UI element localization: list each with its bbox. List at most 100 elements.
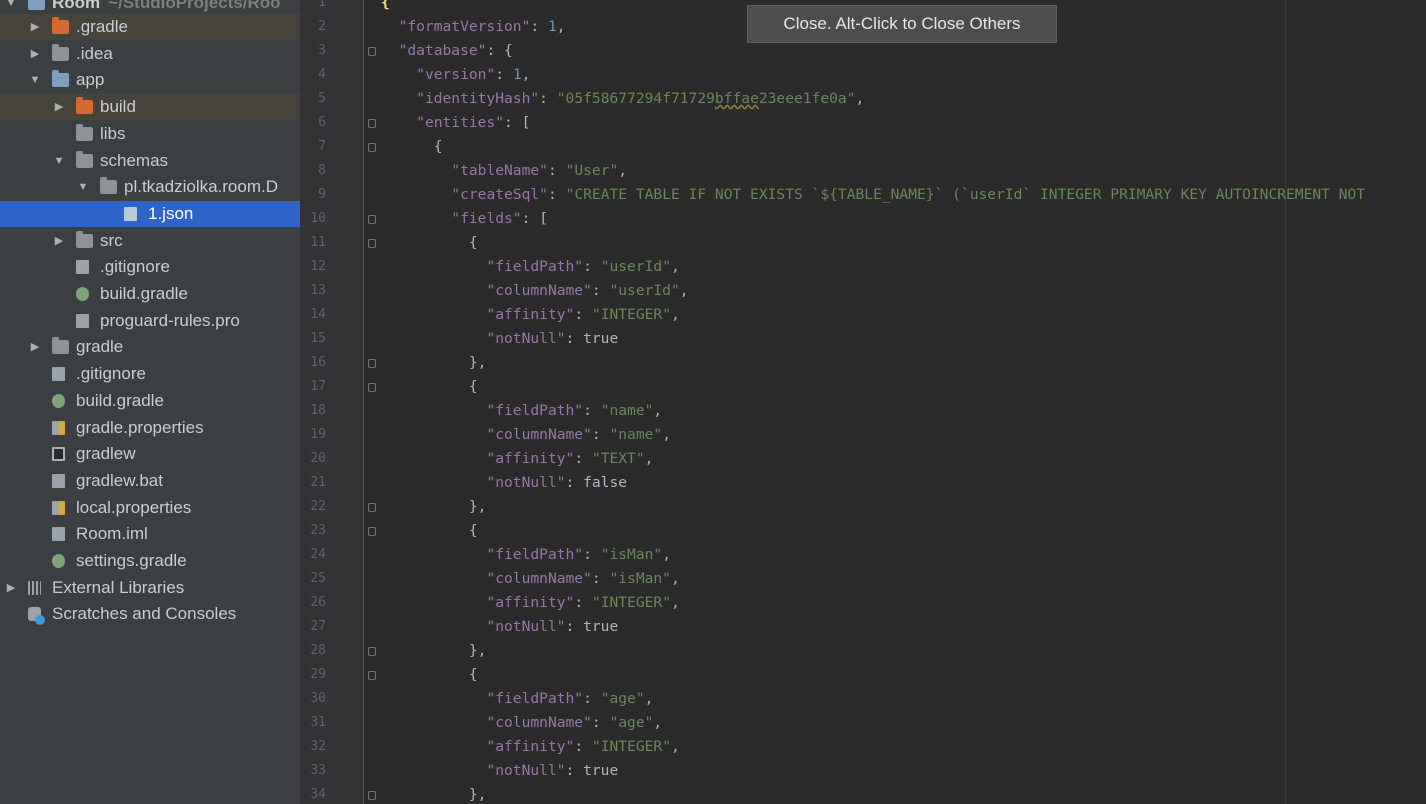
tree-item[interactable]: settings.gradle bbox=[0, 548, 300, 574]
tree-item-label: 1.json bbox=[148, 203, 194, 223]
tree-item-label: schemas bbox=[100, 150, 169, 170]
folder-icon bbox=[76, 230, 93, 248]
chevron-right-icon[interactable]: ▶ bbox=[28, 41, 42, 67]
tree-item[interactable]: ▶ build bbox=[0, 94, 300, 121]
line-number: 19 bbox=[310, 427, 326, 442]
folder-orange-icon bbox=[52, 17, 69, 34]
code-editor[interactable]: 1 2 3 4 5 6 7 8 9 10 11 12 13 14 15 16 17 18 19 20 21 22 23 24 2… bbox=[300, 0, 1426, 804]
tree-item[interactable]: ▶ src bbox=[0, 228, 300, 254]
tree-item-label: libs bbox=[100, 123, 126, 143]
code-line: }, bbox=[468, 354, 487, 371]
tree-item[interactable]: local.properties bbox=[0, 495, 300, 521]
tree-item[interactable]: libs bbox=[0, 121, 300, 147]
tree-item-label: pl.tkadziolka.room.D bbox=[124, 177, 279, 197]
code-line: "fieldPath": "age", bbox=[486, 690, 654, 707]
module-file-icon bbox=[52, 527, 65, 542]
chevron-down-icon[interactable]: ▼ bbox=[76, 174, 90, 200]
tree-item-label: .gradle bbox=[76, 17, 128, 36]
code-line: { bbox=[468, 522, 478, 539]
tree-item[interactable]: proguard-rules.pro bbox=[0, 308, 300, 334]
fold-marker-icon[interactable] bbox=[368, 671, 376, 680]
fold-marker-icon[interactable] bbox=[368, 239, 376, 248]
folder-icon bbox=[52, 337, 69, 355]
code-line: "identityHash": "05f58677294f71729bffae2… bbox=[416, 90, 865, 107]
code-line: "fieldPath": "userId", bbox=[486, 258, 680, 275]
tree-item[interactable]: ▶ External Libraries bbox=[0, 575, 300, 601]
fold-marker-icon[interactable] bbox=[368, 143, 376, 152]
tree-item-label: app bbox=[76, 70, 105, 90]
line-number: 32 bbox=[310, 739, 326, 754]
line-number: 6 bbox=[318, 115, 326, 130]
tree-item[interactable]: ▶ gradle bbox=[0, 334, 300, 360]
folder-orange-icon bbox=[76, 97, 93, 115]
chevron-right-icon[interactable]: ▶ bbox=[52, 94, 66, 120]
line-number: 8 bbox=[318, 163, 326, 178]
tree-item[interactable]: ▼ schemas bbox=[0, 148, 300, 174]
libraries-icon bbox=[28, 580, 41, 595]
code-line: "notNull": true bbox=[486, 618, 619, 635]
line-number: 7 bbox=[318, 139, 326, 154]
tree-item[interactable]: Room.iml bbox=[0, 521, 300, 547]
line-number: 17 bbox=[310, 379, 326, 394]
tree-item[interactable]: gradlew bbox=[0, 441, 300, 467]
code-line: "fieldPath": "isMan", bbox=[486, 546, 671, 563]
chevron-right-icon[interactable]: ▶ bbox=[28, 334, 42, 360]
tree-item-label: .gitignore bbox=[100, 257, 170, 277]
code-line: "affinity": "INTEGER", bbox=[486, 738, 680, 755]
code-line: { bbox=[468, 378, 478, 395]
code-line: "database": { bbox=[398, 42, 513, 59]
fold-marker-icon[interactable] bbox=[368, 647, 376, 656]
tree-item[interactable]: ▼ pl.tkadziolka.room.D bbox=[0, 174, 300, 200]
line-number: 3 bbox=[318, 43, 326, 58]
fold-marker-icon[interactable] bbox=[368, 383, 376, 392]
code-line: "affinity": "TEXT", bbox=[486, 450, 654, 467]
fold-marker-icon[interactable] bbox=[368, 359, 376, 368]
line-number: 15 bbox=[310, 331, 326, 346]
fold-marker-icon[interactable] bbox=[368, 503, 376, 512]
code-line: "affinity": "INTEGER", bbox=[486, 306, 680, 323]
chevron-down-icon[interactable]: ▼ bbox=[28, 67, 42, 93]
tree-item[interactable]: build.gradle bbox=[0, 281, 300, 307]
code-line: "createSql": "CREATE TABLE IF NOT EXISTS… bbox=[451, 186, 1366, 203]
tree-item-label: build.gradle bbox=[76, 390, 164, 410]
tree-item[interactable]: gradlew.bat bbox=[0, 468, 300, 494]
line-number: 2 bbox=[318, 19, 326, 34]
tree-item[interactable]: .gitignore bbox=[0, 254, 300, 280]
tree-item[interactable]: build.gradle bbox=[0, 388, 300, 414]
fold-marker-icon[interactable] bbox=[368, 791, 376, 800]
chevron-down-icon[interactable]: ▼ bbox=[52, 148, 66, 174]
line-number: 34 bbox=[310, 787, 326, 802]
folder-icon bbox=[76, 123, 93, 141]
chevron-right-icon[interactable]: ▶ bbox=[4, 575, 18, 601]
line-number: 29 bbox=[310, 667, 326, 682]
code-line: { bbox=[468, 666, 478, 683]
tree-item[interactable]: .gitignore bbox=[0, 361, 300, 387]
line-number: 5 bbox=[318, 91, 326, 106]
line-number: 11 bbox=[310, 235, 326, 250]
shell-file-icon bbox=[52, 447, 65, 462]
tree-item[interactable]: ▼ app bbox=[0, 67, 300, 93]
file-icon bbox=[76, 313, 89, 328]
line-number: 1 bbox=[318, 0, 326, 10]
fold-marker-icon[interactable] bbox=[368, 215, 376, 224]
tree-item[interactable]: 1.json bbox=[0, 200, 300, 227]
line-number: 18 bbox=[310, 403, 326, 418]
tree-item[interactable]: gradle.properties bbox=[0, 415, 300, 441]
fold-marker-icon[interactable] bbox=[368, 119, 376, 128]
folder-icon bbox=[100, 177, 117, 195]
chevron-right-icon[interactable]: ▶ bbox=[52, 228, 66, 254]
gradle-file-icon bbox=[76, 287, 89, 301]
fold-marker-icon[interactable] bbox=[368, 527, 376, 536]
line-number: 13 bbox=[310, 283, 326, 298]
line-number: 20 bbox=[310, 451, 326, 466]
chevron-right-icon[interactable]: ▶ bbox=[28, 14, 42, 40]
tree-item-label: gradle.properties bbox=[76, 417, 204, 437]
tree-item[interactable]: ▶ .idea bbox=[0, 41, 300, 67]
tree-item[interactable]: Scratches and Consoles bbox=[0, 601, 300, 627]
code-line: "notNull": true bbox=[486, 762, 619, 779]
properties-file-icon bbox=[52, 500, 65, 515]
properties-file-icon bbox=[52, 420, 65, 435]
fold-marker-icon[interactable] bbox=[368, 47, 376, 56]
tree-item[interactable]: ▶ .gradle bbox=[0, 14, 300, 40]
code-line: }, bbox=[468, 642, 487, 659]
